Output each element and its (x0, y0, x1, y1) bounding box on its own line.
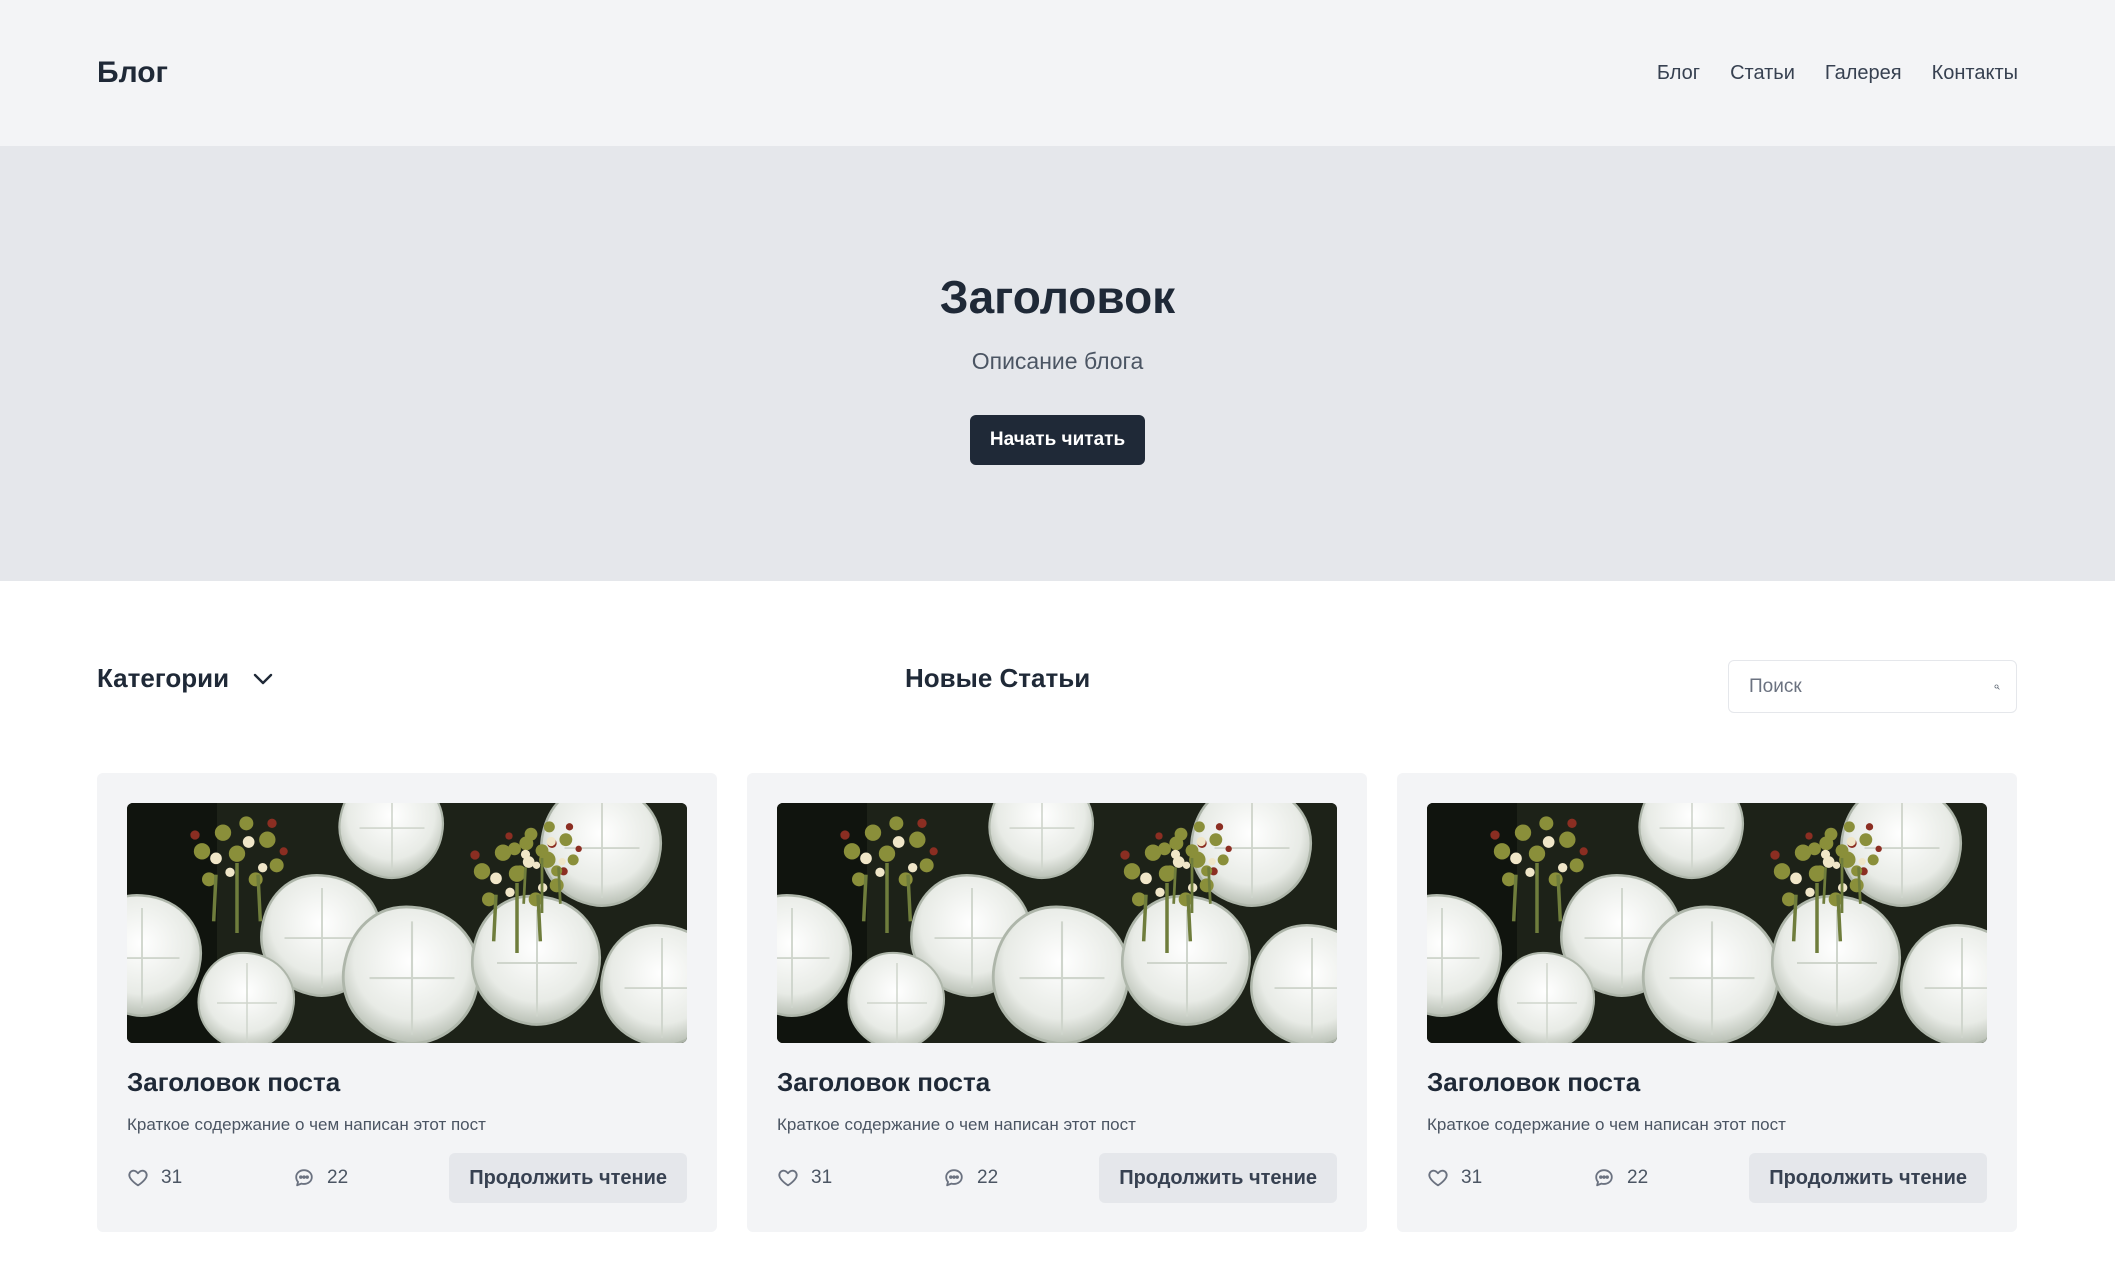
comments-count: 22 (327, 1167, 349, 1188)
post-card: Заголовок поста Краткое содержание о чем… (1397, 773, 2017, 1232)
post-excerpt: Краткое содержание о чем написан этот по… (1427, 1115, 1786, 1134)
heart-icon (128, 1169, 148, 1187)
comment-icon (1595, 1169, 1613, 1187)
heart-icon (778, 1169, 798, 1187)
continue-reading-button[interactable]: Продолжить чтение (1099, 1153, 1337, 1203)
post-card: Заголовок поста Краткое содержание о чем… (747, 773, 1367, 1232)
likes-counter[interactable]: 31 (777, 1167, 943, 1189)
posts-grid: Заголовок поста Краткое содержание о чем… (0, 773, 2115, 1232)
post-meta: 31 22 Продолжить чтение (127, 1153, 687, 1203)
posts-toolbar: Категории Новые Статьи (0, 581, 2115, 773)
flower-image (1427, 803, 1987, 1043)
comments-count: 22 (977, 1167, 999, 1188)
nav-link-blog[interactable]: Блог (1657, 62, 1700, 85)
categories-dropdown[interactable]: Категории (97, 663, 275, 694)
hero-banner: Заголовок Описание блога Начать читать (0, 146, 2115, 581)
post-thumbnail[interactable] (777, 803, 1337, 1043)
flower-image (777, 803, 1337, 1043)
comments-counter[interactable]: 22 (943, 1167, 998, 1189)
post-thumbnail[interactable] (127, 803, 687, 1043)
post-thumbnail[interactable] (1427, 803, 1987, 1043)
comments-counter[interactable]: 22 (1593, 1167, 1648, 1189)
hero-subtitle: Описание блога (971, 348, 1144, 374)
comment-icon (295, 1169, 313, 1187)
likes-count: 31 (811, 1167, 833, 1188)
post-card: Заголовок поста Краткое содержание о чем… (97, 773, 717, 1232)
start-reading-button[interactable]: Начать читать (969, 415, 1146, 465)
comments-count: 22 (1627, 1167, 1649, 1188)
flower-image (127, 803, 687, 1043)
continue-reading-button[interactable]: Продолжить чтение (1749, 1153, 1987, 1203)
comments-counter[interactable]: 22 (293, 1167, 348, 1189)
nav-link-articles[interactable]: Статьи (1730, 62, 1795, 85)
hero-title: Заголовок (939, 271, 1176, 323)
post-title[interactable]: Заголовок поста (127, 1067, 687, 1098)
post-meta: 31 22 Продолжить чтение (777, 1153, 1337, 1203)
continue-reading-button[interactable]: Продолжить чтение (449, 1153, 687, 1203)
likes-counter[interactable]: 31 (1427, 1167, 1593, 1189)
post-title[interactable]: Заголовок поста (1427, 1067, 1987, 1098)
post-excerpt: Краткое содержание о чем написан этот по… (127, 1115, 486, 1134)
nav-link-contacts[interactable]: Контакты (1932, 62, 2018, 85)
likes-count: 31 (161, 1167, 183, 1188)
likes-count: 31 (1461, 1167, 1483, 1188)
chevron-down-icon (253, 673, 273, 684)
search-input[interactable] (1749, 675, 1994, 698)
section-title: Новые Статьи (905, 663, 1091, 693)
site-logo[interactable]: Блог (97, 56, 168, 90)
nav-link-gallery[interactable]: Галерея (1825, 62, 1902, 85)
categories-label: Категории (97, 663, 230, 693)
post-excerpt: Краткое содержание о чем написан этот по… (777, 1115, 1136, 1134)
post-meta: 31 22 Продолжить чтение (1427, 1153, 1987, 1203)
top-navigation: Блог Блог Статьи Галерея Контакты (0, 0, 2115, 146)
main-nav: Блог Статьи Галерея Контакты (1657, 62, 2018, 85)
heart-icon (1428, 1169, 1448, 1187)
search-box (1728, 660, 2017, 713)
search-icon[interactable] (1994, 678, 2000, 696)
likes-counter[interactable]: 31 (127, 1167, 293, 1189)
comment-icon (945, 1169, 963, 1187)
post-title[interactable]: Заголовок поста (777, 1067, 1337, 1098)
